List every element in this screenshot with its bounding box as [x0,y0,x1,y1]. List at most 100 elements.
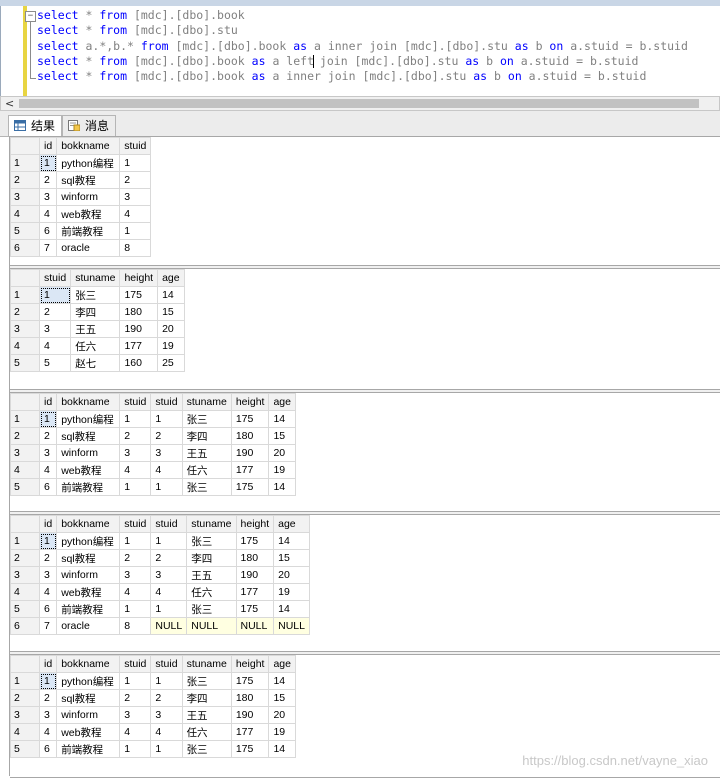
row-number[interactable]: 5 [10,354,40,372]
table-cell[interactable]: 1 [150,410,183,428]
table-cell[interactable]: 5 [38,354,72,372]
table-cell[interactable]: 李四 [186,549,237,567]
table-cell[interactable]: 1 [38,410,58,428]
table-cell[interactable]: 177 [230,461,270,479]
table-cell[interactable]: 1 [119,478,152,496]
table-cell[interactable]: 14 [273,532,310,550]
table-cell[interactable]: 2 [38,549,58,567]
table-cell[interactable]: 190 [230,444,270,462]
table-row[interactable]: 5 6 前端教程 1 1 张三 175 14 [10,600,310,618]
table-cell[interactable]: 前端教程 [56,222,121,240]
column-header[interactable]: id [38,655,58,673]
table-cell[interactable]: sql教程 [56,549,121,567]
table-row[interactable]: 3 3 winform 3 [10,188,152,206]
table-cell[interactable]: 15 [273,549,310,567]
table-cell[interactable]: 20 [268,444,296,462]
corner-cell[interactable] [10,655,40,673]
table-row[interactable]: 2 2 sql教程 2 [10,171,152,189]
table-cell[interactable]: 2 [38,689,58,707]
result-grid-4[interactable]: id bokkname stuid stuid stuname height age 1 1 py… [10,514,720,652]
table-cell[interactable]: winform [56,566,121,584]
row-number[interactable]: 2 [10,689,40,707]
table-cell[interactable]: 1 [150,478,183,496]
table-cell[interactable]: 20 [268,706,296,724]
result-grid-2[interactable]: stuid stuname height age 1 1 张三 175 14 2 2 李四 180 15 3… [10,268,720,390]
tab-results[interactable]: 结果 [8,115,63,137]
table-cell[interactable]: 7 [38,617,58,635]
table-cell[interactable]: 19 [268,461,296,479]
table-cell[interactable]: 1 [150,600,188,618]
scrollbar-thumb[interactable] [19,99,699,108]
row-number[interactable]: 4 [10,205,40,223]
table-cell[interactable]: sql教程 [56,427,121,445]
column-header[interactable]: bokkname [56,655,121,673]
row-number[interactable]: 2 [10,549,40,567]
table-cell[interactable]: 15 [268,689,296,707]
column-header[interactable]: stuname [70,269,121,287]
row-number[interactable]: 1 [10,532,40,550]
table-cell[interactable]: 4 [119,583,152,601]
table-row[interactable]: 5 6 前端教程 1 [10,222,152,240]
table-cell[interactable]: 2 [38,171,58,189]
table-row[interactable]: 4 4 任六 177 19 [10,337,185,355]
row-number[interactable]: 2 [10,303,40,321]
row-number[interactable]: 4 [10,583,40,601]
column-header[interactable]: stuname [181,655,232,673]
result-grid-3[interactable]: id bokkname stuid stuid stuname height age 1 1 py… [10,392,720,512]
table-cell[interactable]: winform [56,706,121,724]
column-header[interactable]: height [235,515,275,533]
table-cell[interactable]: 175 [230,478,270,496]
table-cell[interactable]: 175 [235,532,275,550]
table-cell[interactable]: 3 [119,188,152,206]
row-number[interactable]: 2 [10,427,40,445]
table-cell[interactable]: 3 [38,188,58,206]
table-row[interactable]: 2 2 李四 180 15 [10,303,185,321]
table-cell[interactable]: 14 [268,478,296,496]
table-cell[interactable]: 6 [38,222,58,240]
table-cell[interactable]: 14 [268,672,296,690]
table-cell[interactable]: winform [56,188,121,206]
table-cell[interactable]: 19 [273,583,310,601]
table-cell[interactable]: 王五 [70,320,121,338]
column-header[interactable]: age [268,655,296,673]
table-cell[interactable]: 15 [268,427,296,445]
table-cell[interactable]: 1 [38,154,58,172]
table-cell[interactable]: NULL [235,617,275,635]
table-cell[interactable]: 180 [230,427,270,445]
code-line[interactable]: select a.*,b.* from [mdc].[dbo].book as … [37,39,688,54]
table-row[interactable]: 1 1 张三 175 14 [10,286,185,304]
table-cell[interactable]: 2 [38,427,58,445]
row-number[interactable]: 4 [10,337,40,355]
table-cell[interactable]: NULL [273,617,310,635]
table-cell[interactable]: 4 [150,461,183,479]
table-cell[interactable]: 3 [119,444,152,462]
column-header[interactable]: height [119,269,159,287]
column-header[interactable]: age [157,269,185,287]
table-cell[interactable]: 4 [119,461,152,479]
table-cell[interactable]: 李四 [181,689,232,707]
table-cell[interactable]: 赵七 [70,354,121,372]
table-row[interactable]: 6 7 oracle 8 [10,239,152,257]
table-row[interactable]: 5 5 赵七 160 25 [10,354,185,372]
table-row[interactable]: 2 2 sql教程 2 2 李四 180 15 [10,689,296,707]
table-row[interactable]: 2 2 sql教程 2 2 李四 180 15 [10,549,310,567]
table-cell[interactable]: 2 [119,689,152,707]
table-cell[interactable]: web教程 [56,583,121,601]
table-cell[interactable]: 180 [235,549,275,567]
table-cell[interactable]: 2 [150,689,183,707]
row-number[interactable]: 3 [10,566,40,584]
column-header[interactable]: stuid [119,655,152,673]
table-cell[interactable]: 4 [38,461,58,479]
column-header[interactable]: stuid [119,137,152,155]
table-cell[interactable]: 6 [38,478,58,496]
table-cell[interactable]: 2 [38,303,72,321]
table-cell[interactable]: 王五 [186,566,237,584]
table-cell[interactable]: 175 [230,410,270,428]
row-number[interactable]: 5 [10,222,40,240]
table-row[interactable]: 1 1 python编程 1 1 张三 175 14 [10,672,296,690]
table-cell[interactable]: 3 [119,566,152,584]
table-cell[interactable]: 19 [268,723,296,741]
row-number[interactable]: 4 [10,723,40,741]
row-number[interactable]: 1 [10,286,40,304]
column-header[interactable]: stuid [150,393,183,411]
